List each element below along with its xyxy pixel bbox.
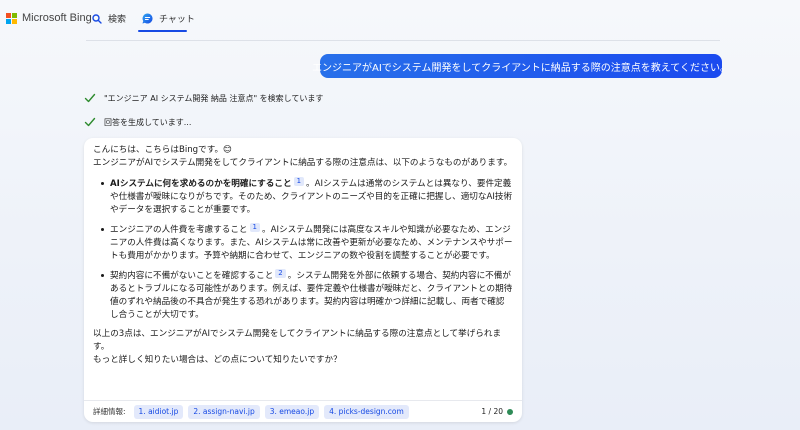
list-item: 契約内容に不備がないことを確認すること 2 。システム開発を外部に依頼する場合、契約…: [93, 269, 513, 322]
active-tab-indicator: [138, 30, 187, 32]
source-link[interactable]: 3. emeao.jp: [264, 404, 320, 419]
generating-status-text: 回答を生成しています...: [104, 117, 192, 127]
citation-badge[interactable]: 1: [249, 223, 260, 232]
turn-counter: 1 / 20: [481, 405, 513, 418]
checkmark-icon: [84, 117, 96, 127]
answer-points-list: AIシステムに何を求めるのかを明確にすること 1 。AIシステムは通常のシステムとは…: [93, 177, 513, 322]
search-status: "エンジニア AI システム開発 納品 注意点" を検索しています: [84, 92, 323, 104]
user-message-text: エンジニアがAIでシステム開発をしてクライアントに納品する際の注意点を教えてくだ…: [312, 62, 730, 74]
point-lead: AIシステムに何を求めるのかを明確にすること: [110, 179, 292, 189]
checkmark-icon: [84, 93, 96, 103]
answer-card: こんにちは、こちらはBingです。😊 エンジニアがAIでシステム開発をしてクライ…: [84, 138, 522, 422]
tab-search-label: 検索: [108, 15, 127, 25]
source-link[interactable]: 2. assign-navi.jp: [188, 404, 260, 419]
status-dot-icon: [507, 408, 513, 415]
list-item: AIシステムに何を求めるのかを明確にすること 1 。AIシステムは通常のシステムとは…: [93, 177, 513, 217]
answer-summary: 以上の3点は、エンジニアがAIでシステム開発をしてクライアントに納品する際の注意…: [93, 329, 502, 352]
user-message-bubble: エンジニアがAIでシステム開発をしてクライアントに納品する際の注意点を教えてくだ…: [312, 54, 730, 78]
citation-badge[interactable]: 2: [275, 269, 286, 278]
source-link[interactable]: 4. picks-design.com: [324, 404, 409, 419]
point-lead: 契約内容に不備がないことを確認すること: [110, 271, 274, 281]
point-lead: エンジニアの人件費を考慮すること: [110, 225, 248, 235]
search-icon: [92, 13, 102, 24]
tab-chat[interactable]: チャット: [142, 12, 195, 25]
source-link[interactable]: 1. aidiot.jp: [133, 404, 184, 419]
turn-counter-text: 1 / 20: [481, 407, 503, 416]
logo-text: Microsoft Bing: [22, 12, 92, 24]
answer-greeting: こんにちは、こちらはBingです。😊: [93, 145, 233, 155]
tab-chat-label: チャット: [159, 15, 195, 25]
answer-intro: エンジニアがAIでシステム開発をしてクライアントに納品する際の注意点は、以下のよ…: [93, 158, 513, 168]
bing-logo[interactable]: Microsoft Bing: [6, 12, 92, 24]
chat-icon: [142, 13, 153, 24]
sources-footer: 詳細情報: 1. aidiot.jp 2. assign-navi.jp 3. …: [84, 400, 522, 422]
tab-search[interactable]: 検索: [92, 12, 126, 25]
answer-follow-up-question: もっと詳しく知りたい場合は、どの点について知りたいですか？: [93, 355, 342, 365]
microsoft-logo-icon: [6, 12, 17, 24]
search-status-text: "エンジニア AI システム開発 納品 注意点" を検索しています: [104, 93, 324, 103]
header-divider: [86, 40, 720, 41]
citation-badge[interactable]: 1: [293, 177, 305, 186]
sources-label: 詳細情報:: [93, 407, 126, 416]
list-item: エンジニアの人件費を考慮すること 1 。AIシステム開発には高度なスキルや知識が必要…: [93, 223, 513, 263]
generating-status: 回答を生成しています...: [84, 116, 191, 128]
